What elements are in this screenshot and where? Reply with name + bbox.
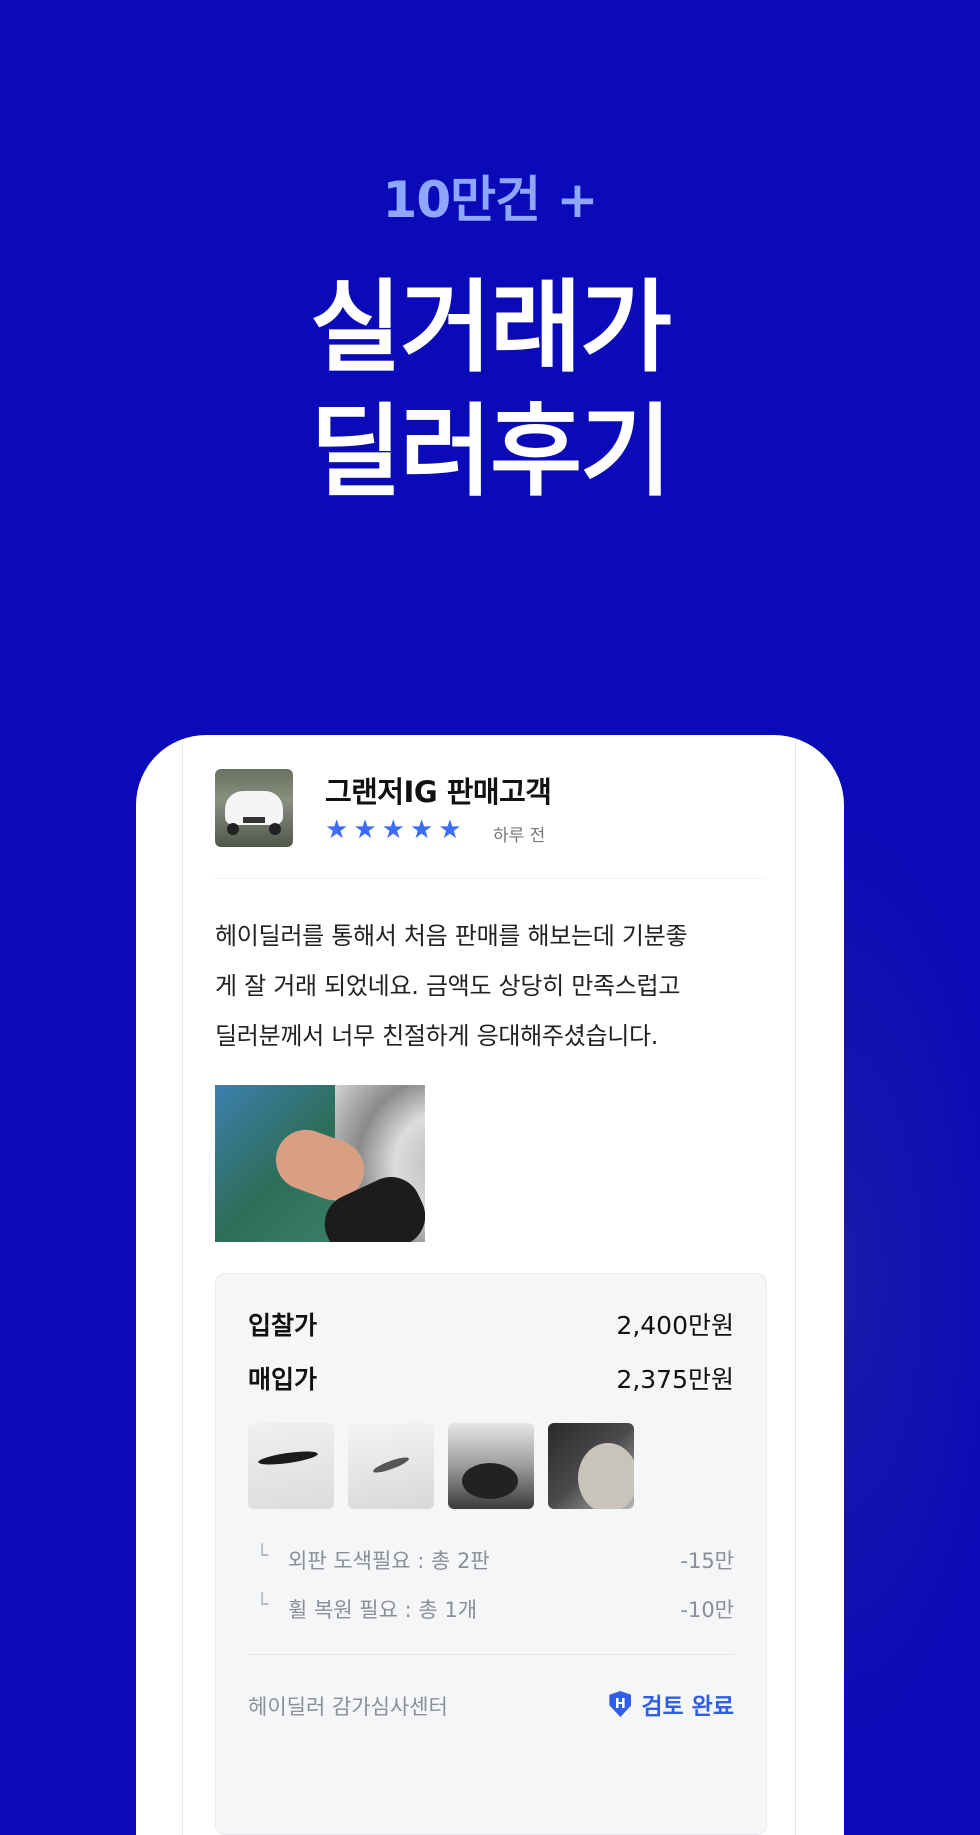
deduction-label: 외판 도색필요 : 총 2판 [288,1549,490,1573]
divider [248,1654,734,1655]
damage-photos [248,1423,634,1509]
indent-icon: └ [256,1543,269,1567]
car-thumbnail[interactable] [215,769,293,847]
bid-price-label: 입찰가 [248,1311,318,1340]
deduction-value: -10만 [680,1598,734,1622]
star-icon: ★ [325,815,349,845]
damage-photo[interactable] [348,1423,434,1509]
rating-stars: ★ ★ ★ ★ ★ [325,817,462,843]
deduction-row: └ 휠 복원 필요 : 총 1개 -10만 [248,1592,734,1628]
indent-icon: └ [256,1592,269,1616]
purchase-price-row: 매입가 2,375만원 [248,1360,734,1400]
bid-price-value: 2,400만원 [616,1311,734,1340]
appraisal-center-label: 헤이딜러 감가심사센터 [248,1695,448,1719]
damage-photo[interactable] [448,1423,534,1509]
phone-frame: 그랜저IG 판매고객 ★ ★ ★ ★ ★ 하루 전 헤이딜러를 통해서 처음 판… [136,735,844,1835]
review-text: 헤이딜러를 통해서 처음 판매를 해보는데 기분좋 게 잘 거래 되었네요. 금… [215,911,775,1061]
damage-photo[interactable] [548,1423,634,1509]
review-line: 헤이딜러를 통해서 처음 판매를 해보는데 기분좋 [215,922,688,950]
review-title: 그랜저IG 판매고객 [325,775,552,809]
review-screen: 그랜저IG 판매고객 ★ ★ ★ ★ ★ 하루 전 헤이딜러를 통해서 처음 판… [182,735,796,1835]
review-line: 딜러분께서 너무 친절하게 응대해주셨습니다. [215,1022,659,1050]
star-icon: ★ [438,815,462,845]
review-photo[interactable] [215,1085,425,1242]
review-line: 게 잘 거래 되었네요. 금액도 상당히 만족스럽고 [215,972,681,1000]
deduction-label: 휠 복원 필요 : 총 1개 [288,1598,478,1622]
purchase-price-label: 매입가 [248,1365,318,1394]
deduction-value: -15만 [680,1549,734,1573]
headline-line-1: 실거래가 [310,269,672,386]
star-icon: ★ [409,815,434,845]
review-status: H 검토 완료 [609,1687,734,1721]
damage-photo[interactable] [248,1423,334,1509]
divider [215,878,765,879]
purchase-price-value: 2,375만원 [616,1365,734,1394]
bid-price-row: 입찰가 2,400만원 [248,1306,734,1346]
status-label: 검토 완료 [641,1694,734,1720]
star-icon: ★ [353,815,377,845]
review-time: 하루 전 [493,826,546,846]
count-badge: 10만건 + [382,171,599,229]
price-summary: 입찰가 2,400만원 매입가 2,375만원 └ 외판 도색필요 : 총 2판… [215,1273,767,1835]
headline: 실거래가 딜러후기 [0,266,980,514]
deduction-row: └ 외판 도색필요 : 총 2판 -15만 [248,1543,734,1579]
review-header: 그랜저IG 판매고객 ★ ★ ★ ★ ★ 하루 전 [183,735,795,880]
headline-line-2: 딜러후기 [310,393,672,510]
shield-icon: H [609,1691,632,1717]
star-icon: ★ [381,815,405,845]
